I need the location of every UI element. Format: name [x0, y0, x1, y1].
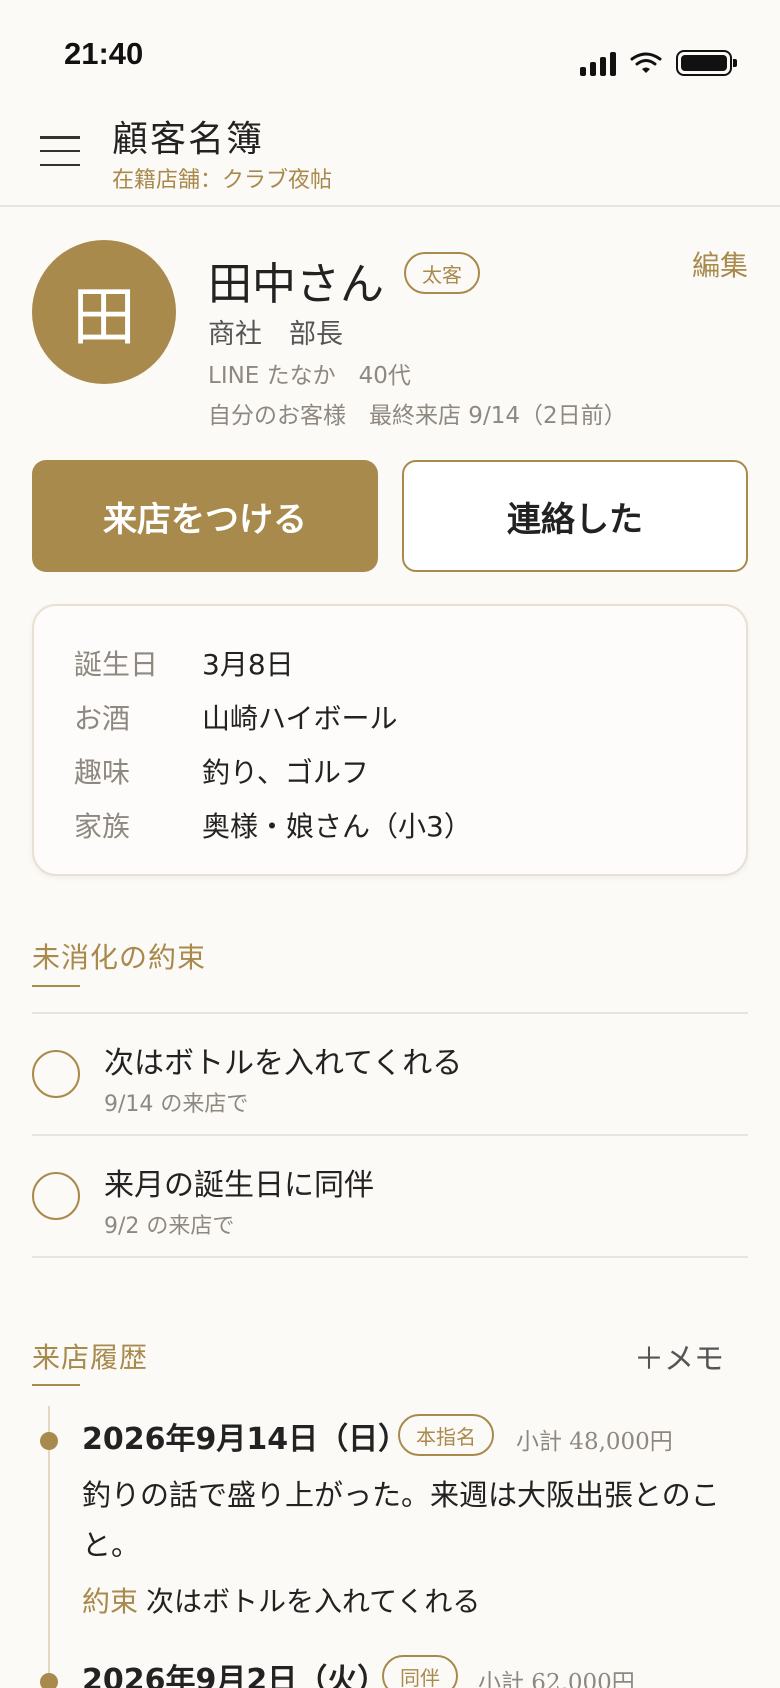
status-time: 21:40 — [64, 36, 144, 71]
promise-checkbox[interactable] — [32, 1172, 80, 1220]
visit-entry[interactable]: 2026年9月2日（火） 同伴 小計 62,000円 — [40, 1655, 760, 1688]
timeline-dot — [40, 1432, 58, 1450]
info-value: 釣り、ゴルフ — [202, 756, 369, 789]
info-value: 3月8日 — [202, 648, 294, 681]
record-visit-button[interactable]: 来店をつける — [32, 460, 378, 572]
wifi-icon — [630, 52, 662, 73]
visit-type-badge: 本指名 — [398, 1414, 494, 1456]
promises-heading-underline — [32, 985, 80, 987]
info-label: 誕生日 — [74, 648, 159, 681]
visit-entry[interactable]: 2026年9月14日（日） 本指名 小計 48,000円 釣りの話で盛り上がった… — [40, 1414, 760, 1618]
customer-tag-badge: 太客 — [404, 252, 480, 294]
info-row-hobby: 趣味 釣り、ゴルフ — [74, 744, 706, 798]
timeline-dot — [40, 1673, 58, 1688]
promise-checkbox[interactable] — [32, 1050, 80, 1098]
visit-note: 釣りの話で盛り上がった。来週は大阪出張とのこと。 — [82, 1478, 720, 1562]
history-heading: 来店履歴 — [32, 1341, 149, 1374]
info-row-drink: お酒 山崎ハイボール — [74, 690, 706, 744]
visit-type-badge: 同伴 — [382, 1655, 458, 1688]
info-label: お酒 — [74, 702, 131, 735]
customer-info-card: 誕生日 3月8日 お酒 山崎ハイボール 趣味 釣り、ゴルフ 家族 奥様・娘さん（… — [32, 604, 748, 876]
info-value: 奥様・娘さん（小3） — [202, 810, 472, 843]
status-bar: 21:40 — [0, 0, 780, 100]
customer-name: 田中さん — [208, 259, 384, 310]
contacted-button[interactable]: 連絡した — [402, 460, 748, 572]
visit-promise-label: 約束 — [82, 1585, 139, 1618]
info-row-family: 家族 奥様・娘さん（小3） — [74, 798, 706, 852]
promise-source: 9/14 の来店で — [104, 1092, 249, 1117]
visit-subtotal: 小計 62,000円 — [478, 1670, 635, 1688]
add-memo-button[interactable]: ＋メモ — [634, 1334, 724, 1378]
app-header: 顧客名簿 在籍店舗：クラブ夜帖 — [0, 100, 780, 207]
visit-date: 2026年9月14日（日） — [82, 1422, 409, 1457]
customer-last-visit: 自分のお客様 最終来店 9/14（2日前） — [208, 403, 627, 429]
store-subtitle: 在籍店舗：クラブ夜帖 — [112, 168, 333, 193]
battery-icon — [676, 50, 737, 76]
promise-source: 9/2 の来店で — [104, 1214, 235, 1239]
hamburger-menu-icon[interactable] — [40, 136, 80, 166]
visit-promise: 約束 次はボトルを入れてくれる — [82, 1580, 480, 1620]
edit-button[interactable]: 編集 — [692, 244, 748, 284]
list-item: 次はボトルを入れてくれる 9/14 の来店で — [32, 1014, 748, 1134]
history-heading-underline — [32, 1384, 80, 1386]
avatar: 田 — [32, 240, 176, 384]
list-item: 来月の誕生日に同伴 9/2 の来店で — [32, 1136, 748, 1256]
status-icons — [580, 50, 737, 76]
info-label: 趣味 — [74, 756, 131, 789]
promise-title: 来月の誕生日に同伴 — [104, 1168, 374, 1203]
visit-promise-text: 次はボトルを入れてくれる — [146, 1585, 481, 1618]
visit-subtotal: 小計 48,000円 — [516, 1429, 673, 1455]
customer-role: 商社 部長 — [208, 319, 343, 350]
customer-line-info: LINE たなか 40代 — [208, 363, 411, 389]
visit-date: 2026年9月2日（火） — [82, 1663, 388, 1688]
promises-heading: 未消化の約束 — [32, 941, 207, 974]
info-row-birthday: 誕生日 3月8日 — [74, 636, 706, 690]
promise-title: 次はボトルを入れてくれる — [104, 1046, 463, 1081]
info-label: 家族 — [74, 810, 131, 843]
cellular-signal-icon — [580, 50, 616, 76]
divider — [32, 1256, 748, 1258]
page-title: 顧客名簿 — [112, 119, 265, 160]
info-value: 山崎ハイボール — [202, 702, 398, 735]
